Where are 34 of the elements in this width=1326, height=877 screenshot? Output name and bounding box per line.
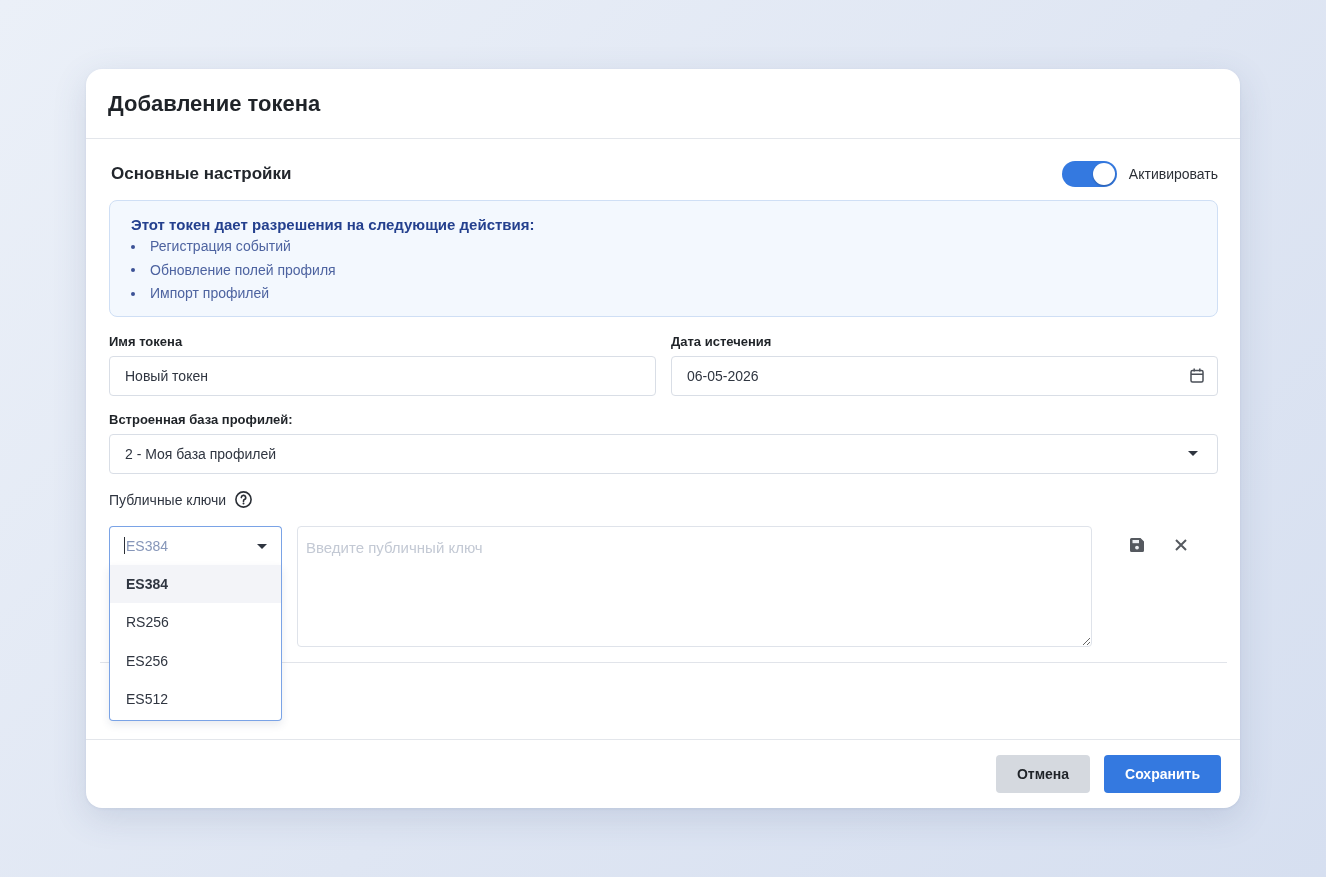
permission-item: Импорт профилей [150, 284, 270, 303]
cancel-button[interactable]: Отмена [995, 755, 1091, 793]
toggle-switch[interactable] [1061, 161, 1117, 187]
caret-icon [257, 543, 267, 549]
info-title: Этот токен дает разрешения на следующие действия: [131, 215, 536, 235]
dropdown-option[interactable]: ES256 [110, 641, 281, 680]
public-key-textarea[interactable]: Введите публичный ключ [297, 525, 1092, 647]
public-keys-label: Публичные ключи [109, 491, 227, 508]
dropdown-option[interactable]: ES384 [110, 564, 281, 603]
section-title: Основные настройки [110, 164, 292, 184]
save-button[interactable]: Сохранить [1104, 755, 1221, 793]
field-label: Имя токена [109, 333, 184, 350]
text-cursor-icon [124, 536, 125, 554]
algorithm-combobox[interactable]: ES384 [109, 525, 282, 566]
dropdown-select[interactable]: 2 - Моя база профилей [109, 433, 1218, 474]
field-label: Встроенная база профилей: [109, 411, 294, 428]
date-input[interactable]: 06-05-2026 [671, 355, 1218, 396]
caret-icon [1188, 451, 1198, 456]
dropdown-option[interactable]: RS256 [110, 603, 281, 642]
help-icon [235, 491, 253, 508]
permission-item: Регистрация событий [150, 237, 291, 256]
calendar-icon [1190, 367, 1204, 383]
permission-item: Обновление полей профиля [150, 260, 336, 280]
bullet-icon [131, 268, 135, 273]
remove-key-button[interactable] [1175, 538, 1187, 551]
save-key-button[interactable] [1130, 537, 1144, 552]
close-icon [1175, 538, 1187, 551]
toggle-label: Активировать [1128, 166, 1218, 182]
dropdown-option[interactable]: ES512 [110, 680, 281, 719]
dialog-title: Добавление токена [108, 90, 321, 117]
bullet-icon [131, 244, 135, 249]
bullet-icon [131, 291, 135, 296]
field-label: Дата истечения [671, 333, 773, 350]
text-input[interactable]: Новый токен [109, 355, 656, 396]
